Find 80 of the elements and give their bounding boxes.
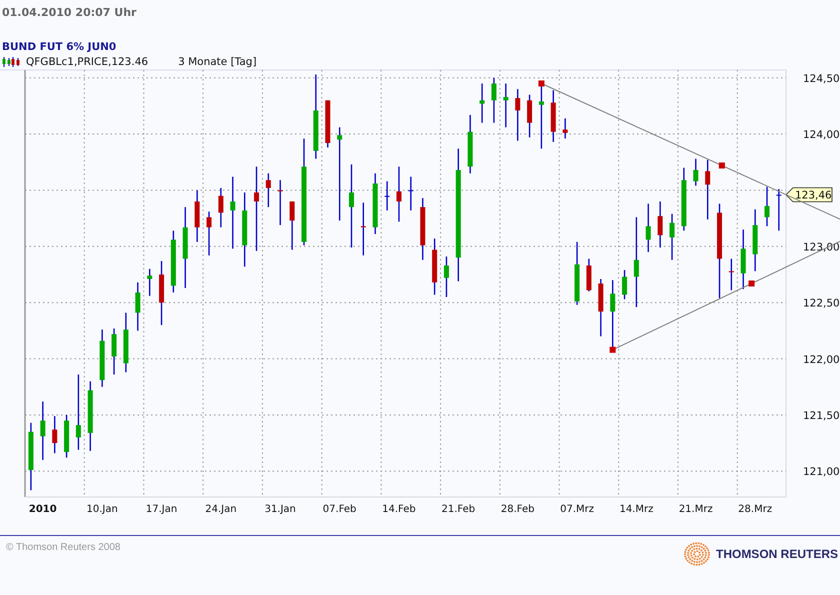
axis-label: 121,50 — [803, 410, 840, 422]
candle — [444, 256, 449, 297]
candle — [123, 312, 128, 372]
candle — [646, 204, 651, 252]
candle — [40, 401, 46, 460]
candle — [705, 160, 710, 220]
axis-label: 124,50 — [803, 72, 840, 85]
candlestick-icon — [2, 57, 20, 67]
logo-icon — [684, 541, 710, 567]
candle — [468, 114, 473, 174]
candle — [693, 158, 698, 186]
series-label: QFGBLc1,PRICE,123.46 — [26, 56, 148, 68]
candle — [586, 258, 592, 292]
axis-label: 14.Feb — [382, 504, 416, 515]
candle — [740, 230, 746, 290]
candle — [432, 238, 438, 295]
candle — [266, 173, 271, 208]
axis-label: 24.Jan — [205, 504, 237, 515]
candle — [88, 381, 93, 451]
candle — [420, 198, 426, 260]
axis-label: 123,00 — [803, 241, 840, 254]
axis-label: 2010 — [28, 504, 57, 515]
candle — [610, 280, 616, 350]
price-tag: 123,46 — [785, 187, 832, 202]
candle — [396, 166, 402, 222]
candle — [480, 83, 485, 123]
candle — [194, 190, 200, 242]
candle — [100, 330, 105, 387]
timestamp: 01.04.2010 20:07 Uhr — [2, 6, 136, 19]
candle — [562, 118, 568, 139]
period-label: 3 Monate [Tag] — [178, 56, 257, 68]
axis-label: 122,00 — [803, 354, 840, 366]
axis-label: 124,00 — [803, 129, 840, 142]
candle — [503, 83, 508, 128]
axis-label: 10.Jan — [86, 504, 118, 515]
copyright-text: © Thomson Reuters 2008 — [6, 542, 120, 553]
candle — [290, 201, 295, 250]
candle — [764, 186, 770, 226]
candle — [360, 202, 366, 256]
axis-label: 21.Mrz — [678, 504, 713, 515]
instrument-title: BUND FUT 6% JUN0 — [2, 41, 116, 53]
axis-label: 122,50 — [803, 298, 840, 310]
candle — [776, 189, 782, 231]
candle — [372, 173, 378, 234]
axis-label: 07.Feb — [322, 504, 356, 515]
candle — [147, 268, 152, 296]
candle — [515, 89, 520, 141]
candle — [159, 261, 164, 326]
candle — [752, 209, 758, 272]
candle — [408, 176, 414, 210]
candle — [681, 168, 686, 231]
candle — [598, 279, 604, 336]
candle — [325, 100, 330, 148]
axis-label: 21.Feb — [442, 504, 476, 515]
candle — [491, 78, 496, 123]
candle — [728, 258, 734, 290]
axis-label: 31.Jan — [264, 504, 296, 515]
axis-label: 28.Mrz — [738, 504, 772, 515]
candle — [170, 230, 176, 292]
axis-label: 28.Feb — [500, 504, 534, 515]
axis-label: 17.Jan — [146, 504, 178, 515]
axis-label: 14.Mrz — [619, 504, 654, 515]
candle — [112, 328, 117, 375]
candle — [670, 214, 675, 260]
candle — [218, 188, 224, 228]
candle — [52, 416, 58, 454]
candle — [550, 90, 556, 142]
candle — [384, 181, 390, 210]
axis-label: 121,00 — [803, 466, 840, 478]
candle — [527, 94, 532, 138]
candle — [658, 201, 663, 248]
candle — [622, 270, 628, 300]
candle — [28, 422, 34, 490]
candle — [278, 180, 283, 226]
candle — [64, 414, 70, 458]
candle — [574, 242, 580, 305]
axis-label: 07.Mrz — [560, 504, 594, 515]
brand-name: THOMSON REUTERS — [716, 547, 838, 561]
candle — [206, 212, 212, 256]
candle — [135, 282, 140, 331]
